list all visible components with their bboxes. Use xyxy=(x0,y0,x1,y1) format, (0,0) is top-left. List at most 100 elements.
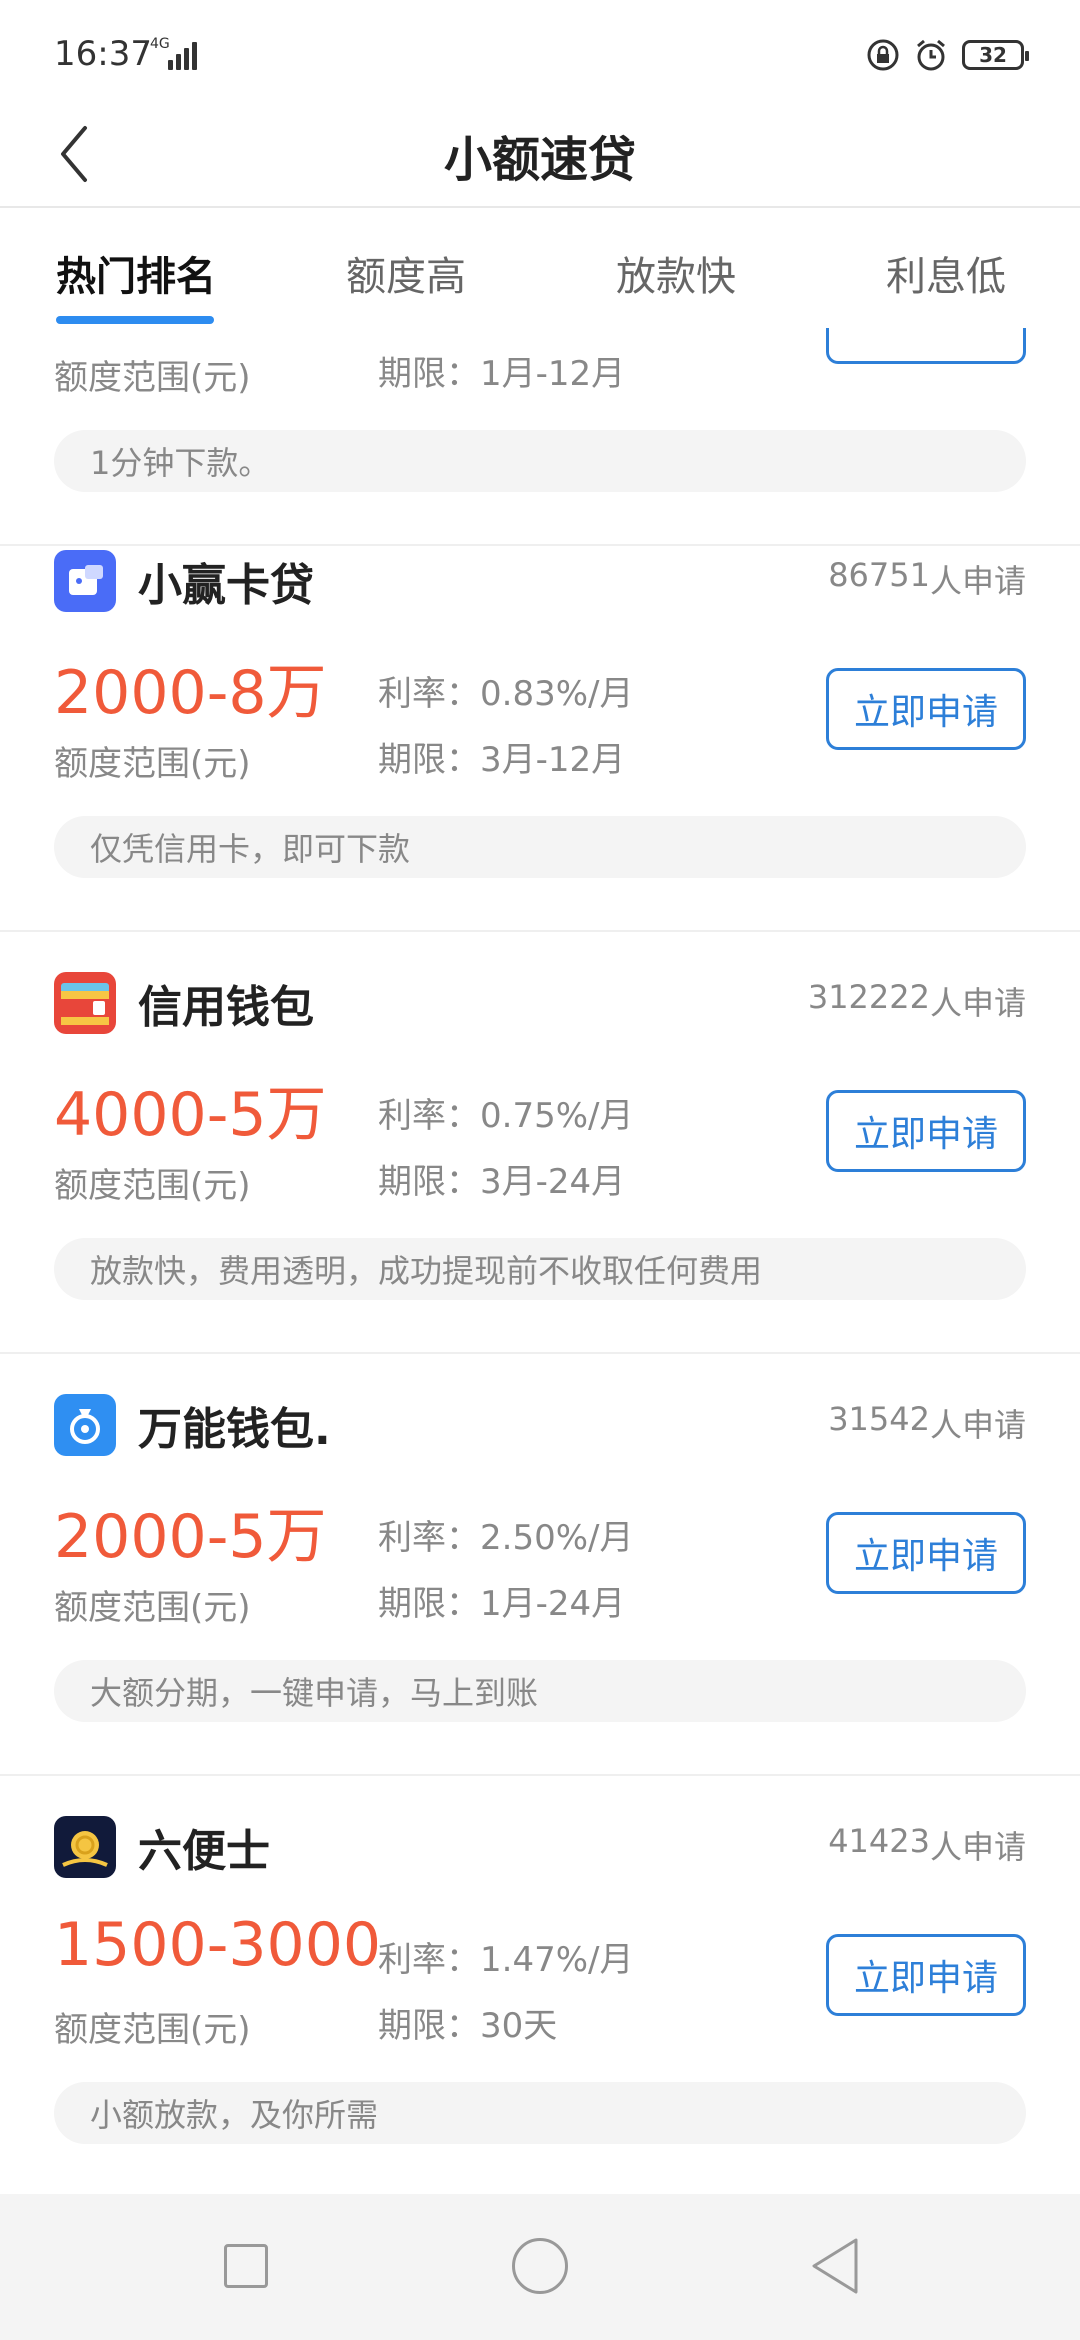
lender-name: 六便士 xyxy=(138,1826,270,1877)
alarm-icon xyxy=(917,39,945,71)
list-item[interactable]: 信用钱包 312222 人申请 4000-5万 额度范围(元) 利率： 0.75%… xyxy=(0,932,1080,1354)
money-bag-icon xyxy=(54,1394,116,1456)
term-value: 3月-24月 xyxy=(480,1162,626,1202)
rate-row: 利率： 0.83%/月 xyxy=(378,666,633,715)
lender-name: 万能钱包. xyxy=(138,1404,331,1455)
term-row: 期限： 1月-24月 xyxy=(378,1576,625,1625)
rate-label: 利率： xyxy=(378,1518,480,1558)
tag-bar: 放款快，费用透明，成功提现前不收取任何费用 xyxy=(54,1238,1026,1300)
term-row: 期限： 3月-12月 xyxy=(378,732,625,781)
rate-row: 利率： 2.50%/月 xyxy=(378,1510,633,1559)
list-item[interactable]: 万能钱包. 31542 人申请 2000-5万 额度范围(元) 利率： 2.50%… xyxy=(0,1354,1080,1776)
amount-range: 1500-3000 xyxy=(54,1910,382,1980)
tab-hot-ranking[interactable]: 热门排名 xyxy=(56,244,216,302)
credit-wallet-icon xyxy=(54,972,116,1034)
apply-button[interactable]: 立即申请 xyxy=(826,1090,1026,1172)
term-value: 1月-24月 xyxy=(480,1584,626,1624)
apply-button[interactable]: 立即申请 xyxy=(826,1512,1026,1594)
tab-bar: 热门排名 额度高 放款快 利息低 xyxy=(0,210,1080,328)
term-row: 期限： 30天 xyxy=(378,1998,557,2047)
rate-row: 利率： 0.75%/月 xyxy=(378,1088,633,1137)
amount-range: 2000-8万 xyxy=(54,658,327,728)
network-type: 4G xyxy=(150,36,170,52)
system-nav-bar xyxy=(0,2194,1080,2340)
term-row: 期限： 1月-12月 xyxy=(378,346,625,395)
recent-apps-icon[interactable] xyxy=(224,2244,268,2288)
rate-row: 利率： 1.47%/月 xyxy=(378,1932,633,1981)
card-header: 小赢卡贷 xyxy=(54,550,314,612)
tag-text: 小额放款，及你所需 xyxy=(90,2096,379,2134)
rate-value: 2.50%/月 xyxy=(480,1518,634,1558)
term-label: 期限： xyxy=(378,1162,480,1202)
tag-text: 仅凭信用卡，即可下款 xyxy=(90,830,411,868)
amount-label: 额度范围(元) xyxy=(54,358,251,398)
applicant-number: 31542 xyxy=(828,1400,930,1438)
tag-bar: 大额分期，一键申请，马上到账 xyxy=(54,1660,1026,1722)
active-tab-indicator xyxy=(56,316,214,324)
term-value: 1月-12月 xyxy=(480,354,626,394)
apply-button[interactable]: 立即申请 xyxy=(826,1934,1026,2016)
apply-button[interactable]: 立即申请 xyxy=(826,668,1026,750)
rate-value: 1.47%/月 xyxy=(480,1940,634,1980)
tag-bar: 1分钟下款。 xyxy=(54,430,1026,492)
loan-list[interactable]: 额度范围(元) 期限： 1月-12月 1分钟下款。 小赢卡贷 86751 人申请 … xyxy=(0,328,1080,2194)
lender-name: 小赢卡贷 xyxy=(138,560,314,611)
applicant-suffix: 人申请 xyxy=(929,1406,1026,1444)
rate-label: 利率： xyxy=(378,1096,480,1136)
term-label: 期限： xyxy=(378,740,480,780)
applicant-suffix: 人申请 xyxy=(929,562,1026,600)
rate-value: 0.83%/月 xyxy=(480,674,634,714)
applicant-suffix: 人申请 xyxy=(929,1828,1026,1866)
applicant-number: 312222 xyxy=(807,978,930,1016)
amount-label: 额度范围(元) xyxy=(54,2010,251,2050)
applicant-suffix: 人申请 xyxy=(929,984,1026,1022)
lock-icon xyxy=(867,39,899,71)
lender-name: 信用钱包 xyxy=(138,982,314,1033)
amount-label: 额度范围(元) xyxy=(54,1588,251,1628)
list-item[interactable]: 小赢卡贷 86751 人申请 2000-8万 额度范围(元) 利率： 0.83%/… xyxy=(0,510,1080,932)
applicant-count: 41423 人申请 xyxy=(828,1822,1026,1868)
page-title: 小额速贷 xyxy=(443,132,636,188)
card-header: 六便士 xyxy=(54,1816,270,1878)
applicant-count: 86751 人申请 xyxy=(828,556,1026,602)
amount-label: 额度范围(元) xyxy=(54,744,251,784)
applicant-count: 31542 人申请 xyxy=(828,1400,1026,1446)
battery-level: 32 xyxy=(979,43,1007,67)
tab-high-limit[interactable]: 额度高 xyxy=(346,244,466,302)
nav-header: 小额速贷 xyxy=(0,100,1080,208)
rate-label: 利率： xyxy=(378,674,480,714)
amount-range: 2000-5万 xyxy=(54,1502,327,1572)
home-icon[interactable] xyxy=(512,2238,568,2294)
amount-range: 4000-5万 xyxy=(54,1080,327,1150)
status-icons: 32 xyxy=(866,38,1029,72)
tag-bar: 小额放款，及你所需 xyxy=(54,2082,1026,2144)
tag-text: 放款快，费用透明，成功提现前不收取任何费用 xyxy=(90,1252,763,1290)
applicant-number: 86751 xyxy=(828,556,930,594)
signal-icon xyxy=(168,40,202,70)
card-wallet-icon xyxy=(54,550,116,612)
coin-icon xyxy=(54,1816,116,1878)
card-header: 万能钱包. xyxy=(54,1394,331,1456)
term-value: 30天 xyxy=(480,2006,558,2046)
battery-icon: 32 xyxy=(962,40,1029,70)
back-icon[interactable] xyxy=(808,2236,862,2296)
rate-label: 利率： xyxy=(378,1940,480,1980)
term-label: 期限： xyxy=(378,2006,480,2046)
tag-text: 1分钟下款。 xyxy=(90,444,271,482)
applicant-number: 41423 xyxy=(828,1822,930,1860)
tag-bar: 仅凭信用卡，即可下款 xyxy=(54,816,1026,878)
tab-fast-loan[interactable]: 放款快 xyxy=(616,244,736,302)
term-label: 期限： xyxy=(378,1584,480,1624)
status-time: 16:37 xyxy=(54,34,152,74)
applicant-count: 312222 人申请 xyxy=(808,978,1026,1024)
term-row: 期限： 3月-24月 xyxy=(378,1154,625,1203)
amount-label: 额度范围(元) xyxy=(54,1166,251,1206)
list-item[interactable]: 六便士 41423 人申请 1500-3000 额度范围(元) 利率： 1.47%… xyxy=(0,1776,1080,2194)
rate-value: 0.75%/月 xyxy=(480,1096,634,1136)
term-value: 3月-12月 xyxy=(480,740,626,780)
status-bar: 16:37 4G 32 xyxy=(0,0,1080,100)
card-header: 信用钱包 xyxy=(54,972,314,1034)
apply-button[interactable] xyxy=(826,328,1026,364)
tab-low-interest[interactable]: 利息低 xyxy=(886,244,1006,302)
term-label: 期限： xyxy=(378,354,480,394)
